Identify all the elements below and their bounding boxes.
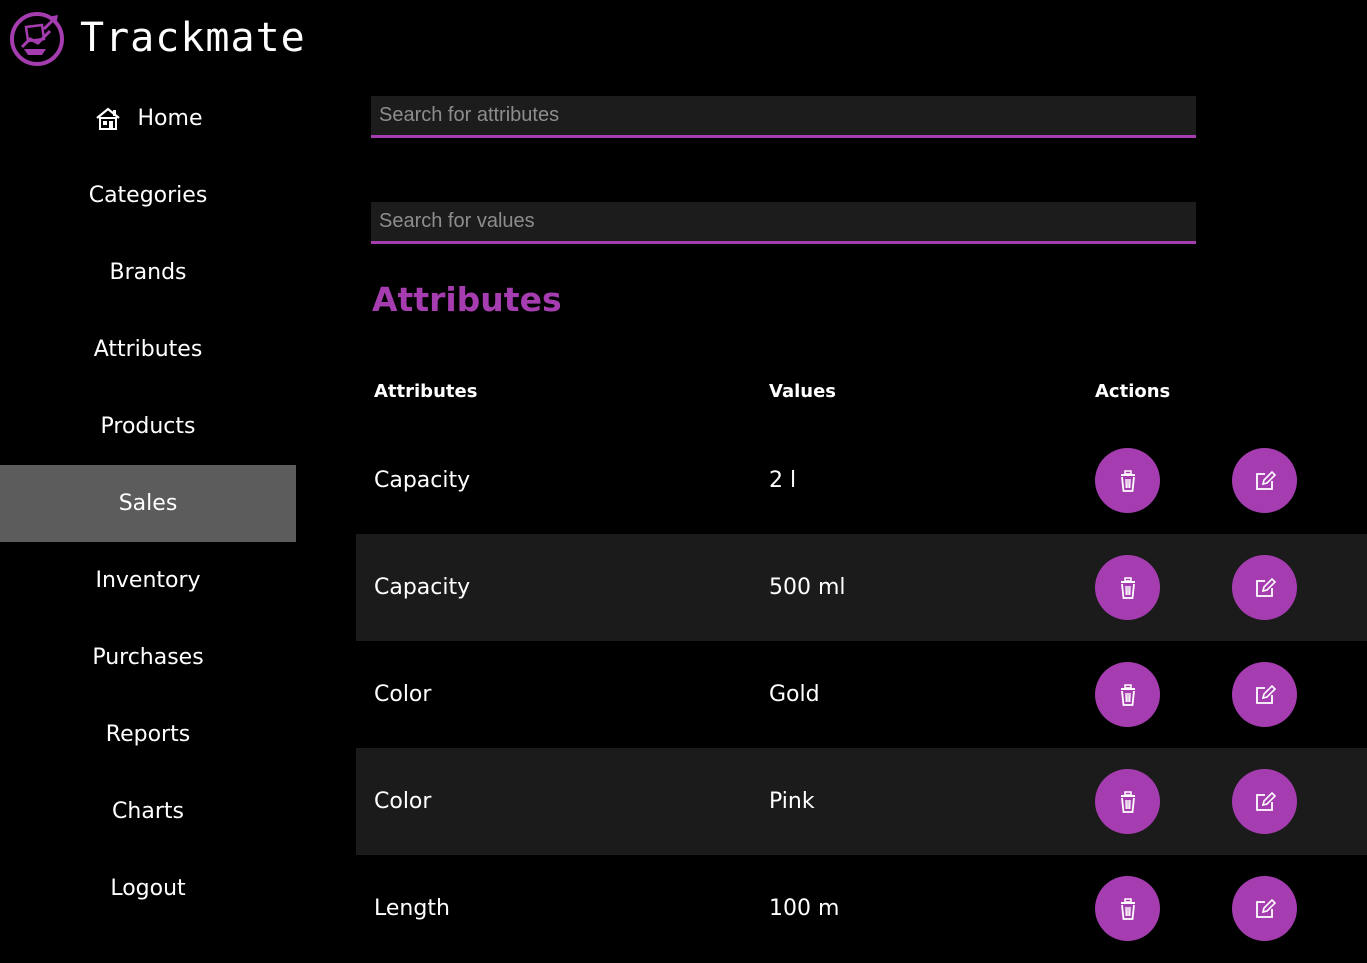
sidebar-item-reports[interactable]: Reports (0, 696, 296, 773)
sidebar-item-purchases[interactable]: Purchases (0, 619, 296, 696)
sidebar-item-label: Products (100, 414, 196, 439)
table-row: Capacity 2 l (356, 427, 1367, 534)
trash-icon (1120, 576, 1135, 599)
app-name: Trackmate (80, 15, 306, 61)
attribute-search-container (371, 96, 1196, 138)
edit-icon (1255, 791, 1276, 811)
sidebar-item-label: Charts (112, 799, 184, 824)
sidebar-item-label: Brands (109, 260, 187, 285)
edit-icon (1255, 684, 1276, 704)
trash-icon (1120, 683, 1135, 706)
edit-button[interactable] (1232, 769, 1297, 834)
sidebar-item-label: Logout (110, 876, 186, 901)
edit-button[interactable] (1232, 876, 1297, 941)
sidebar-item-products[interactable]: Products (0, 388, 296, 465)
sidebar-item-label: Sales (118, 491, 178, 516)
sidebar-item-categories[interactable]: Categories (0, 157, 296, 234)
edit-button[interactable] (1232, 448, 1297, 513)
sidebar-item-charts[interactable]: Charts (0, 773, 296, 850)
logo-icon (10, 12, 64, 66)
edit-icon (1255, 577, 1276, 597)
page-title: Attributes (372, 280, 562, 319)
attributes-table: Attributes Values Actions Capacity 2 l C… (356, 356, 1367, 962)
value-search-input[interactable] (371, 202, 1196, 241)
table-row: Color Gold (356, 641, 1367, 748)
trash-icon (1120, 897, 1135, 920)
attribute-cell: Capacity (374, 468, 471, 493)
trash-icon (1120, 790, 1135, 813)
sidebar-item-logout[interactable]: Logout (0, 850, 296, 927)
attribute-cell: Length (374, 896, 450, 921)
value-cell: Pink (769, 789, 815, 814)
sidebar-item-label: Attributes (93, 337, 203, 362)
table-row: Length 100 m (356, 855, 1367, 962)
edit-icon (1255, 470, 1276, 490)
value-search-container (371, 202, 1196, 244)
attribute-cell: Color (374, 682, 432, 707)
sidebar-item-label: Reports (105, 722, 191, 747)
value-cell: 100 m (769, 896, 840, 921)
value-cell: Gold (769, 682, 820, 707)
sidebar-item-attributes[interactable]: Attributes (0, 311, 296, 388)
attribute-search-input[interactable] (371, 96, 1196, 135)
home-icon (95, 107, 120, 130)
sidebar-item-home[interactable]: Home (0, 80, 296, 157)
column-header-values: Values (769, 381, 836, 402)
column-header-actions: Actions (1095, 381, 1171, 402)
sidebar-item-brands[interactable]: Brands (0, 234, 296, 311)
attribute-cell: Capacity (374, 575, 471, 600)
edit-icon (1255, 898, 1276, 918)
value-cell: 2 l (769, 468, 797, 493)
table-header: Attributes Values Actions (356, 356, 1367, 427)
edit-button[interactable] (1232, 662, 1297, 727)
sidebar-item-label: Categories (88, 183, 208, 208)
delete-button[interactable] (1095, 769, 1160, 834)
delete-button[interactable] (1095, 876, 1160, 941)
table-row: Color Pink (356, 748, 1367, 855)
app-logo: Trackmate (8, 8, 306, 68)
table-row: Capacity 500 ml (356, 534, 1367, 641)
edit-button[interactable] (1232, 555, 1297, 620)
delete-button[interactable] (1095, 448, 1160, 513)
sidebar-item-label: Inventory (95, 568, 201, 593)
sidebar-item-label: Home (137, 106, 203, 131)
delete-button[interactable] (1095, 662, 1160, 727)
column-header-attributes: Attributes (374, 381, 478, 402)
trash-icon (1120, 469, 1135, 492)
sidebar-item-sales[interactable]: Sales (0, 465, 296, 542)
delete-button[interactable] (1095, 555, 1160, 620)
sidebar-item-inventory[interactable]: Inventory (0, 542, 296, 619)
sidebar: Home Categories Brands Attributes Produc… (0, 80, 296, 927)
value-cell: 500 ml (769, 575, 846, 600)
sidebar-item-label: Purchases (92, 645, 204, 670)
attribute-cell: Color (374, 789, 432, 814)
